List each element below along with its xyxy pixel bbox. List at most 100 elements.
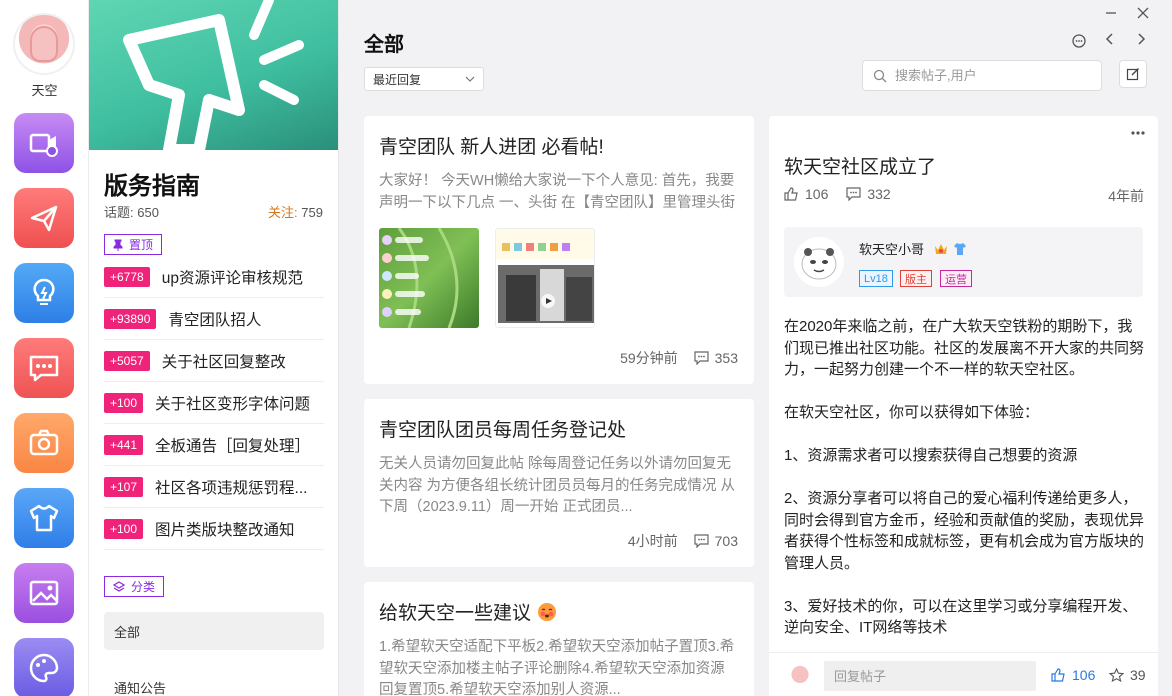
category-announcements[interactable]: 通知公告 — [114, 678, 166, 696]
moderator-tag: 版主 — [900, 270, 932, 287]
like-count[interactable]: 106 — [784, 186, 828, 202]
pinned-title: 图片类版块整改通知 — [155, 521, 295, 539]
close-icon[interactable] — [1134, 4, 1152, 22]
pinned-badge: +100 — [104, 392, 144, 413]
page-title: 全部 — [364, 34, 404, 56]
pinned-item[interactable]: +5057 关于社区回复整改 — [104, 340, 324, 382]
comment-icon — [694, 351, 709, 365]
sort-dropdown[interactable]: 最近回复 — [364, 67, 484, 91]
detail-paragraph: 1、资源需求者可以搜索获得自己想要的资源 — [784, 447, 1078, 464]
post-image[interactable] — [495, 228, 595, 328]
reply-bar: 106 39 — [769, 652, 1158, 696]
author-name-text: 软天空小哥 — [859, 242, 925, 257]
message-icon — [29, 355, 59, 382]
comment-icon — [694, 534, 709, 548]
post-excerpt: 无关人员请勿回复此帖 除每周登记任务以外请勿回复无关内容 为方便各组长统计团员员… — [379, 456, 736, 515]
post-excerpt: 1.希望软天空适配下平板2.希望软天空添加帖子置顶3.希望软天空添加楼主帖子评论… — [379, 639, 735, 696]
pinned-item[interactable]: +441 全板通告［回复处理］ — [104, 424, 324, 466]
pinned-chip-label: 置顶 — [129, 238, 154, 252]
pinned-item[interactable]: +100 关于社区变形字体问题 — [104, 382, 324, 424]
user-avatar[interactable] — [13, 13, 75, 75]
post-title-text: 青空团队 新人进团 必看帖! — [379, 137, 604, 158]
category-chip-label: 分类 — [131, 580, 156, 594]
category-all[interactable]: 全部 — [104, 612, 324, 650]
like-count-value: 106 — [805, 186, 829, 202]
post-card[interactable]: 青空团队 新人进团 必看帖! 大家好！ 今天WH懒给大家说一下个人意见: 首先，… — [364, 116, 754, 384]
shirt-icon — [29, 504, 59, 532]
post-excerpt: 大家好！ 今天WH懒给大家说一下个人意见: 首先，我要声明一下以下几点 一、头街… — [379, 173, 736, 211]
pinned-badge: +5057 — [104, 350, 150, 371]
pinned-title: 青空团队招人 — [168, 311, 262, 329]
post-title-text: 给软天空一些建议 — [379, 603, 532, 624]
pinned-title: 关于社区变形字体问题 — [155, 395, 311, 413]
category-chip: 分类 — [104, 576, 165, 597]
lightbulb-icon — [33, 278, 55, 305]
rail-app-palette[interactable] — [14, 638, 74, 696]
follow-count: 759 — [301, 205, 323, 220]
send-icon — [30, 205, 58, 232]
topics-count: 650 — [137, 205, 159, 220]
rail-app-ideas[interactable] — [14, 263, 74, 323]
author-avatar[interactable] — [794, 237, 844, 287]
rail-app-chat[interactable] — [14, 338, 74, 398]
new-post-button[interactable] — [1119, 60, 1147, 88]
chevron-down-icon — [465, 76, 475, 82]
image-icon — [29, 580, 59, 606]
author-card[interactable]: 软天空小哥 Lv18 版主 运营 — [784, 227, 1143, 297]
star-icon — [1109, 668, 1124, 682]
layers-icon — [113, 580, 125, 592]
thumbs-up-icon — [1051, 668, 1065, 682]
pinned-item[interactable]: +107 社区各项违规惩罚程... — [104, 466, 324, 508]
post-title: 给软天空一些建议 — [379, 598, 739, 625]
detail-title: 软天空社区成立了 — [784, 157, 937, 178]
camera-icon — [29, 429, 59, 456]
reply-input[interactable] — [824, 661, 1036, 691]
post-meta: 59分钟前 353 — [620, 348, 738, 368]
pinned-badge: +93890 — [104, 308, 157, 329]
avatar-face — [30, 26, 58, 62]
post-card[interactable]: 给软天空一些建议 1.希望软天空适配下平板2.希望软天空添加帖子置顶3.希望软天… — [364, 582, 754, 696]
pinned-badge: +107 — [104, 476, 144, 497]
rail-app-video[interactable] — [14, 113, 74, 173]
pin-icon — [113, 239, 123, 251]
edit-icon — [1126, 68, 1139, 81]
reply-like-button[interactable]: 106 — [1051, 667, 1095, 683]
chat-icon[interactable] — [1070, 32, 1088, 50]
rail-app-theme[interactable] — [14, 488, 74, 548]
search-box — [862, 60, 1102, 91]
detail-stats: 106 332 — [784, 186, 891, 202]
post-card[interactable]: 青空团队团员每周任务登记处 无关人员请勿回复此帖 除每周登记任务以外请勿回复无关… — [364, 399, 754, 567]
pinned-item[interactable]: +100 图片类版块整改通知 — [104, 508, 324, 550]
rail-app-send[interactable] — [14, 188, 74, 248]
shirt-badge-icon — [954, 243, 967, 255]
back-icon[interactable] — [1101, 30, 1119, 48]
comment-icon — [846, 187, 861, 201]
pinned-title: up资源评论审核规范 — [161, 269, 303, 287]
post-image[interactable] — [379, 228, 479, 328]
crown-badge-icon — [934, 244, 947, 254]
minimize-icon[interactable] — [1102, 4, 1120, 22]
more-icon[interactable] — [1129, 124, 1147, 142]
level-tag: Lv18 — [859, 270, 893, 287]
favorite-button[interactable]: 39 — [1109, 667, 1146, 683]
comment-count-value: 353 — [714, 350, 738, 366]
topics-label: 话题: — [104, 205, 134, 220]
user-name: 天空 — [31, 83, 58, 98]
rail-app-camera[interactable] — [14, 413, 74, 473]
follow-stat: 关注: 759 — [268, 202, 323, 221]
pinned-item[interactable]: +93890 青空团队招人 — [104, 298, 324, 340]
comment-count: 332 — [846, 186, 891, 202]
search-icon — [873, 69, 887, 82]
section-title: 版务指南 — [104, 173, 200, 200]
operations-tag: 运营 — [940, 270, 972, 287]
forward-icon[interactable] — [1132, 30, 1150, 48]
chat-screenshot-image — [496, 229, 594, 323]
comment-count: 703 — [694, 533, 738, 549]
author-name: 软天空小哥 — [859, 239, 967, 258]
post-time: 59分钟前 — [620, 350, 678, 366]
search-input[interactable] — [895, 68, 1085, 83]
rail-app-images[interactable] — [14, 563, 74, 623]
pinned-item[interactable]: +6778 up资源评论审核规范 — [104, 256, 324, 298]
post-detail: 软天空社区成立了 106 332 4年前 软天空小哥 Lv18 版主 运营 在2… — [769, 116, 1158, 696]
detail-body: 在2020年来临之前，在广大软天空铁粉的期盼下，我们现已推出社区功能。社区的发展… — [784, 316, 1144, 660]
